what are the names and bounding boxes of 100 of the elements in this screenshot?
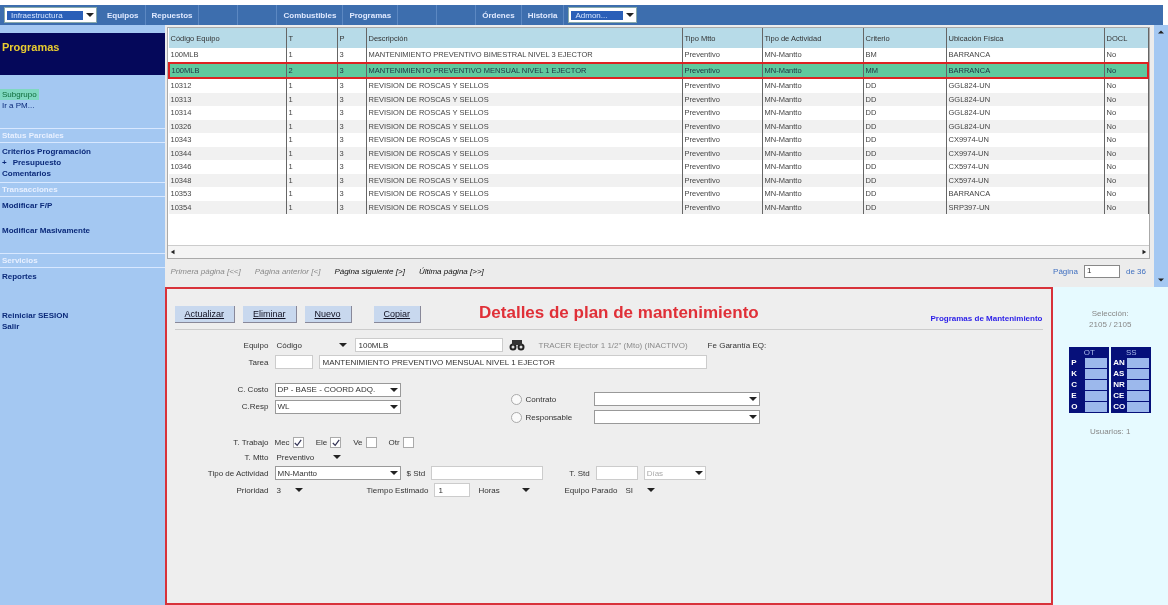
caret-icon bbox=[332, 454, 341, 460]
priority-select[interactable]: 3 bbox=[274, 484, 305, 496]
pager-link: Primera página [<<] bbox=[170, 266, 241, 276]
caret-icon bbox=[294, 487, 303, 493]
time-unit-select[interactable]: Horas bbox=[476, 484, 533, 496]
scroll-arrow-icon bbox=[169, 249, 176, 255]
binoculars-icon[interactable] bbox=[508, 339, 525, 351]
caret-icon bbox=[389, 470, 398, 476]
caret-icon bbox=[694, 470, 703, 476]
field-label: Prioridad bbox=[235, 485, 269, 495]
counter-value-field bbox=[1127, 391, 1150, 401]
counter-label: AN bbox=[1113, 358, 1126, 368]
task-description-field[interactable]: MANTENIMIENTO PREVENTIVO MENSUAL NIVEL 1 EJECTOR bbox=[318, 355, 707, 369]
sidebar-title: Programas bbox=[0, 33, 165, 75]
caret-icon bbox=[389, 403, 398, 410]
counter-header: SS bbox=[1124, 348, 1138, 357]
sidebar-section: Servicios bbox=[0, 253, 165, 268]
field-label: T. Trabajo bbox=[232, 438, 269, 447]
estimated-time-field[interactable]: 1 bbox=[434, 483, 471, 497]
caret-icon bbox=[86, 12, 94, 18]
sidebar-item[interactable]: Reportes bbox=[0, 271, 165, 282]
counter-value-field bbox=[1127, 358, 1150, 368]
field-label: T. Mtto bbox=[243, 452, 269, 462]
horizontal-scrollbar[interactable] bbox=[167, 245, 1149, 258]
sidebar-item[interactable]: Subgrupo bbox=[0, 89, 39, 100]
counter-value-field bbox=[1085, 369, 1108, 379]
sidebar-item[interactable]: Reiniciar SESION bbox=[0, 310, 165, 321]
checkbox-label: Ele bbox=[315, 438, 328, 447]
field-label: C. Costo bbox=[236, 385, 269, 394]
equipment-description: TRACER Ejector 1 1/2" (Mto) (INACTIVO) bbox=[538, 340, 688, 350]
pager-link: Página anterior [<] bbox=[254, 266, 321, 276]
module-select[interactable]: Infraestructura bbox=[4, 7, 97, 23]
scroll-arrow-icon bbox=[1158, 277, 1164, 283]
expand-toggle[interactable]: + bbox=[2, 158, 7, 167]
sidebar-item[interactable]: Modificar Masivamente bbox=[0, 225, 165, 236]
cost-center-select[interactable]: DP - BASE - COORD ADQ. bbox=[274, 382, 401, 397]
toolbar-button[interactable]: Eliminar bbox=[243, 306, 297, 323]
toolbar-button[interactable]: Nuevo bbox=[304, 306, 352, 323]
field-label: Equipo bbox=[242, 340, 269, 350]
counter-value-field bbox=[1085, 380, 1108, 390]
radio-button[interactable] bbox=[510, 393, 522, 405]
caret-icon bbox=[748, 414, 757, 420]
equipment-stopped-select[interactable]: SI bbox=[623, 484, 658, 496]
task-code-field[interactable] bbox=[274, 355, 313, 369]
equipment-field[interactable]: 100MLB bbox=[354, 338, 503, 352]
field-label: T. Std bbox=[569, 468, 590, 478]
panel-title: Detalles de plan de mantenimiento bbox=[479, 303, 759, 323]
counter-value-field bbox=[1127, 380, 1150, 390]
radio-label: Responsable bbox=[525, 412, 574, 422]
assignee-select[interactable] bbox=[593, 392, 760, 406]
page-field[interactable]: 1 bbox=[1083, 264, 1120, 278]
counter-label: C bbox=[1071, 380, 1079, 390]
radio-label: Contrato bbox=[525, 394, 558, 404]
maintenance-type-select[interactable]: Preventivo bbox=[274, 451, 343, 463]
sidebar-item[interactable]: Criterios Programación bbox=[0, 146, 165, 157]
radio-button[interactable] bbox=[510, 411, 522, 423]
field-label: C.Resp bbox=[240, 402, 269, 411]
activity-type-select[interactable]: MN-Mantto bbox=[274, 466, 401, 480]
scroll-arrow-icon bbox=[1141, 249, 1147, 255]
counter-header: OT bbox=[1082, 348, 1096, 357]
caret-icon bbox=[647, 487, 656, 493]
counter-label: CE bbox=[1113, 391, 1126, 401]
vertical-scrollbar[interactable] bbox=[1154, 25, 1168, 287]
users-count: Usuarios: 1 bbox=[1090, 427, 1131, 436]
sidebar-item[interactable]: Ir a PM... bbox=[0, 100, 165, 111]
counter-value-field bbox=[1127, 369, 1150, 379]
page-label: Página bbox=[1053, 266, 1078, 276]
counter-label: P bbox=[1071, 358, 1078, 368]
caret-icon bbox=[338, 342, 347, 348]
checkbox[interactable] bbox=[365, 437, 377, 448]
counter-label: E bbox=[1071, 391, 1078, 401]
module-select[interactable]: Admon... bbox=[568, 7, 638, 23]
standard-cost-field[interactable] bbox=[431, 466, 544, 480]
sidebar-section: Transacciones bbox=[0, 182, 165, 197]
counter-label: O bbox=[1071, 402, 1079, 412]
caret-icon bbox=[522, 487, 531, 493]
sidebar-item[interactable]: Salir bbox=[0, 321, 165, 332]
field-label: Equipo Parado bbox=[564, 485, 618, 495]
responsible-center-select[interactable]: WL bbox=[274, 399, 401, 414]
sidebar-item[interactable]: Comentarios bbox=[0, 168, 165, 179]
search-mode-select[interactable]: Código bbox=[274, 339, 349, 351]
assignee-select[interactable] bbox=[593, 410, 760, 424]
sidebar-section: Status Parciales bbox=[0, 128, 165, 143]
counter-label: K bbox=[1071, 369, 1079, 379]
checkbox[interactable] bbox=[292, 437, 304, 448]
standard-time-field[interactable] bbox=[595, 466, 638, 480]
field-label: $ Std bbox=[406, 468, 426, 478]
checkbox[interactable] bbox=[402, 437, 414, 448]
pager-link[interactable]: Página siguiente [>] bbox=[334, 266, 405, 276]
sidebar-item[interactable]: Modificar F/P bbox=[0, 200, 165, 211]
breadcrumb-link[interactable]: Programas de Mantenimiento bbox=[930, 314, 1043, 323]
checkbox-label: Ve bbox=[353, 438, 363, 447]
toolbar-button[interactable]: Copiar bbox=[373, 306, 422, 323]
checkbox[interactable] bbox=[330, 437, 342, 448]
toolbar-button[interactable]: Actualizar bbox=[174, 306, 235, 323]
pager-link[interactable]: Última página [>>] bbox=[418, 266, 484, 276]
counter-label: AS bbox=[1113, 369, 1126, 379]
caret-icon bbox=[389, 386, 398, 393]
checkbox-label: Otr bbox=[388, 438, 400, 447]
sidebar-item[interactable]: Presupuesto bbox=[12, 158, 62, 167]
